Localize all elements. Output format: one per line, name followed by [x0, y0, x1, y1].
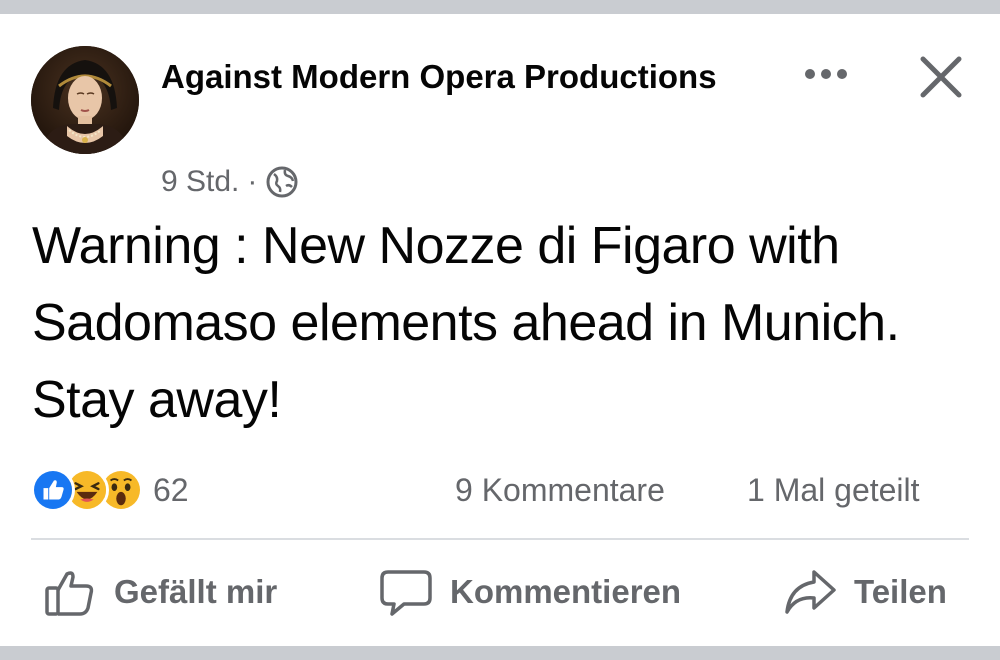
post-text: Warning : New Nozze di Figaro with Sadom…	[32, 217, 900, 429]
comment-button[interactable]: Kommentieren	[378, 562, 681, 622]
post-author-name[interactable]: Against Modern Opera Productions	[161, 50, 721, 103]
top-separator-band	[0, 0, 1000, 14]
thumbs-up-icon	[45, 571, 94, 616]
meta-separator: ·	[247, 165, 258, 198]
comments-count[interactable]: 9 Kommentare	[455, 468, 665, 512]
shares-count[interactable]: 1 Mal geteilt	[747, 468, 920, 512]
more-options-button[interactable]	[798, 56, 854, 92]
page-avatar[interactable]	[31, 46, 139, 154]
post-stats: 62 9 Kommentare 1 Mal geteilt	[31, 466, 971, 514]
bottom-separator-band	[0, 646, 1000, 660]
comment-bubble-icon	[380, 570, 432, 616]
like-reaction-icon	[31, 468, 75, 512]
reaction-count: 62	[153, 471, 189, 508]
like-label: Gefällt mir	[114, 573, 278, 610]
share-label: Teilen	[854, 573, 947, 610]
portrait-image	[31, 46, 139, 154]
post-meta: 9 Std. ·	[161, 160, 299, 204]
share-button[interactable]: Teilen	[782, 562, 947, 622]
post-timestamp[interactable]: 9 Std.	[161, 165, 239, 199]
ellipsis-icon	[805, 69, 847, 79]
globe-icon[interactable]	[265, 165, 299, 199]
share-arrow-icon	[785, 570, 836, 614]
close-icon	[920, 56, 962, 98]
close-button[interactable]	[912, 48, 970, 106]
comment-label: Kommentieren	[450, 573, 682, 610]
like-button[interactable]: Gefällt mir	[42, 562, 277, 622]
reactions-summary[interactable]: 62	[31, 468, 189, 512]
actions-divider	[31, 538, 969, 540]
